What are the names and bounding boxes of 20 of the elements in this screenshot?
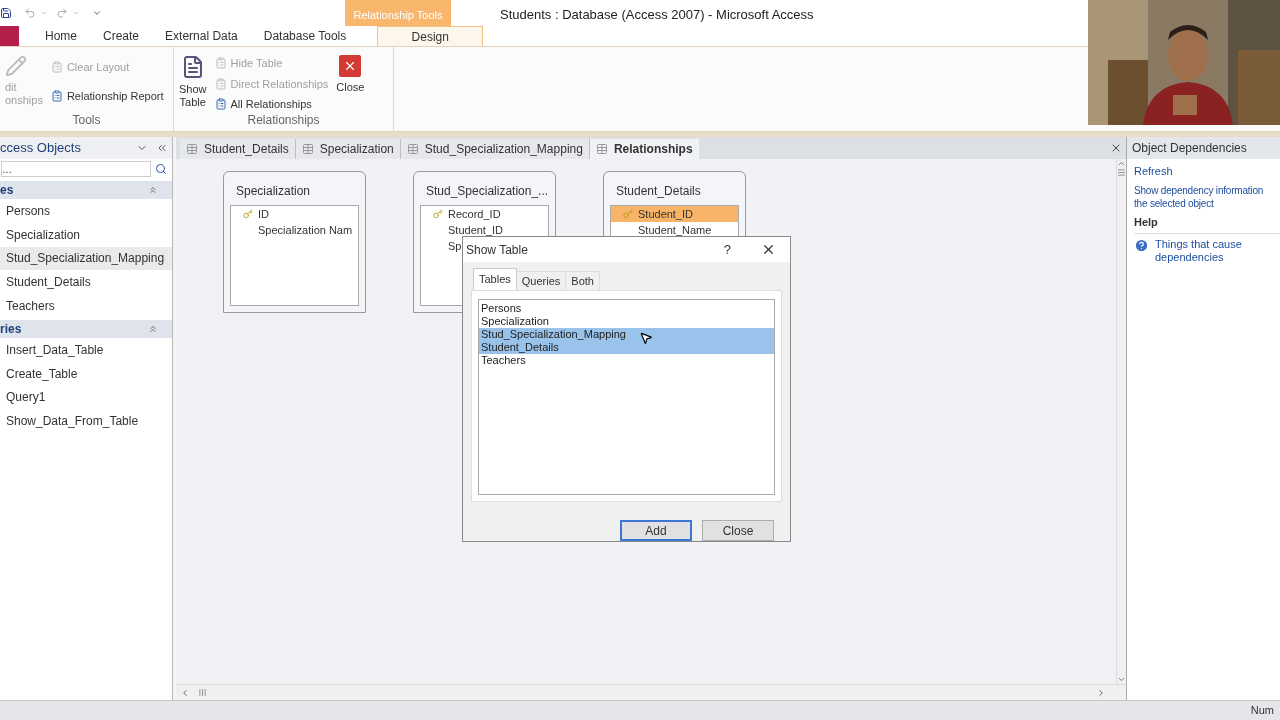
group-label: Relationships — [246, 112, 321, 129]
field-name: Record_ID — [448, 206, 501, 222]
window-title: Students : Database (Access 2007) - Microsoft Access — [500, 6, 814, 24]
field-name: Student_ID — [448, 222, 504, 238]
field-name: Specialization Nam — [258, 222, 353, 238]
field-name: Student_ID — [638, 206, 694, 222]
pane-title: Object Dependencies — [1132, 140, 1247, 157]
section-heading: Help — [1134, 214, 1280, 234]
pane-title: ccess Objects — [0, 139, 81, 158]
field-name: ID — [258, 206, 269, 222]
table-title: Stud_Specialization_... — [425, 183, 549, 200]
table-title: Specialization — [235, 183, 312, 200]
table-title: Student_Details — [615, 183, 702, 200]
info-text: Show dependency information — [1134, 184, 1265, 197]
info-text: the selected object — [1134, 197, 1215, 210]
contextual-tab-label: Relationship Tools — [353, 7, 443, 23]
group-label: Tools — [71, 112, 102, 129]
field-name: Student_Name — [638, 222, 712, 238]
dialog-title: Show Table — [466, 241, 528, 259]
status-text: Num — [1250, 703, 1274, 719]
